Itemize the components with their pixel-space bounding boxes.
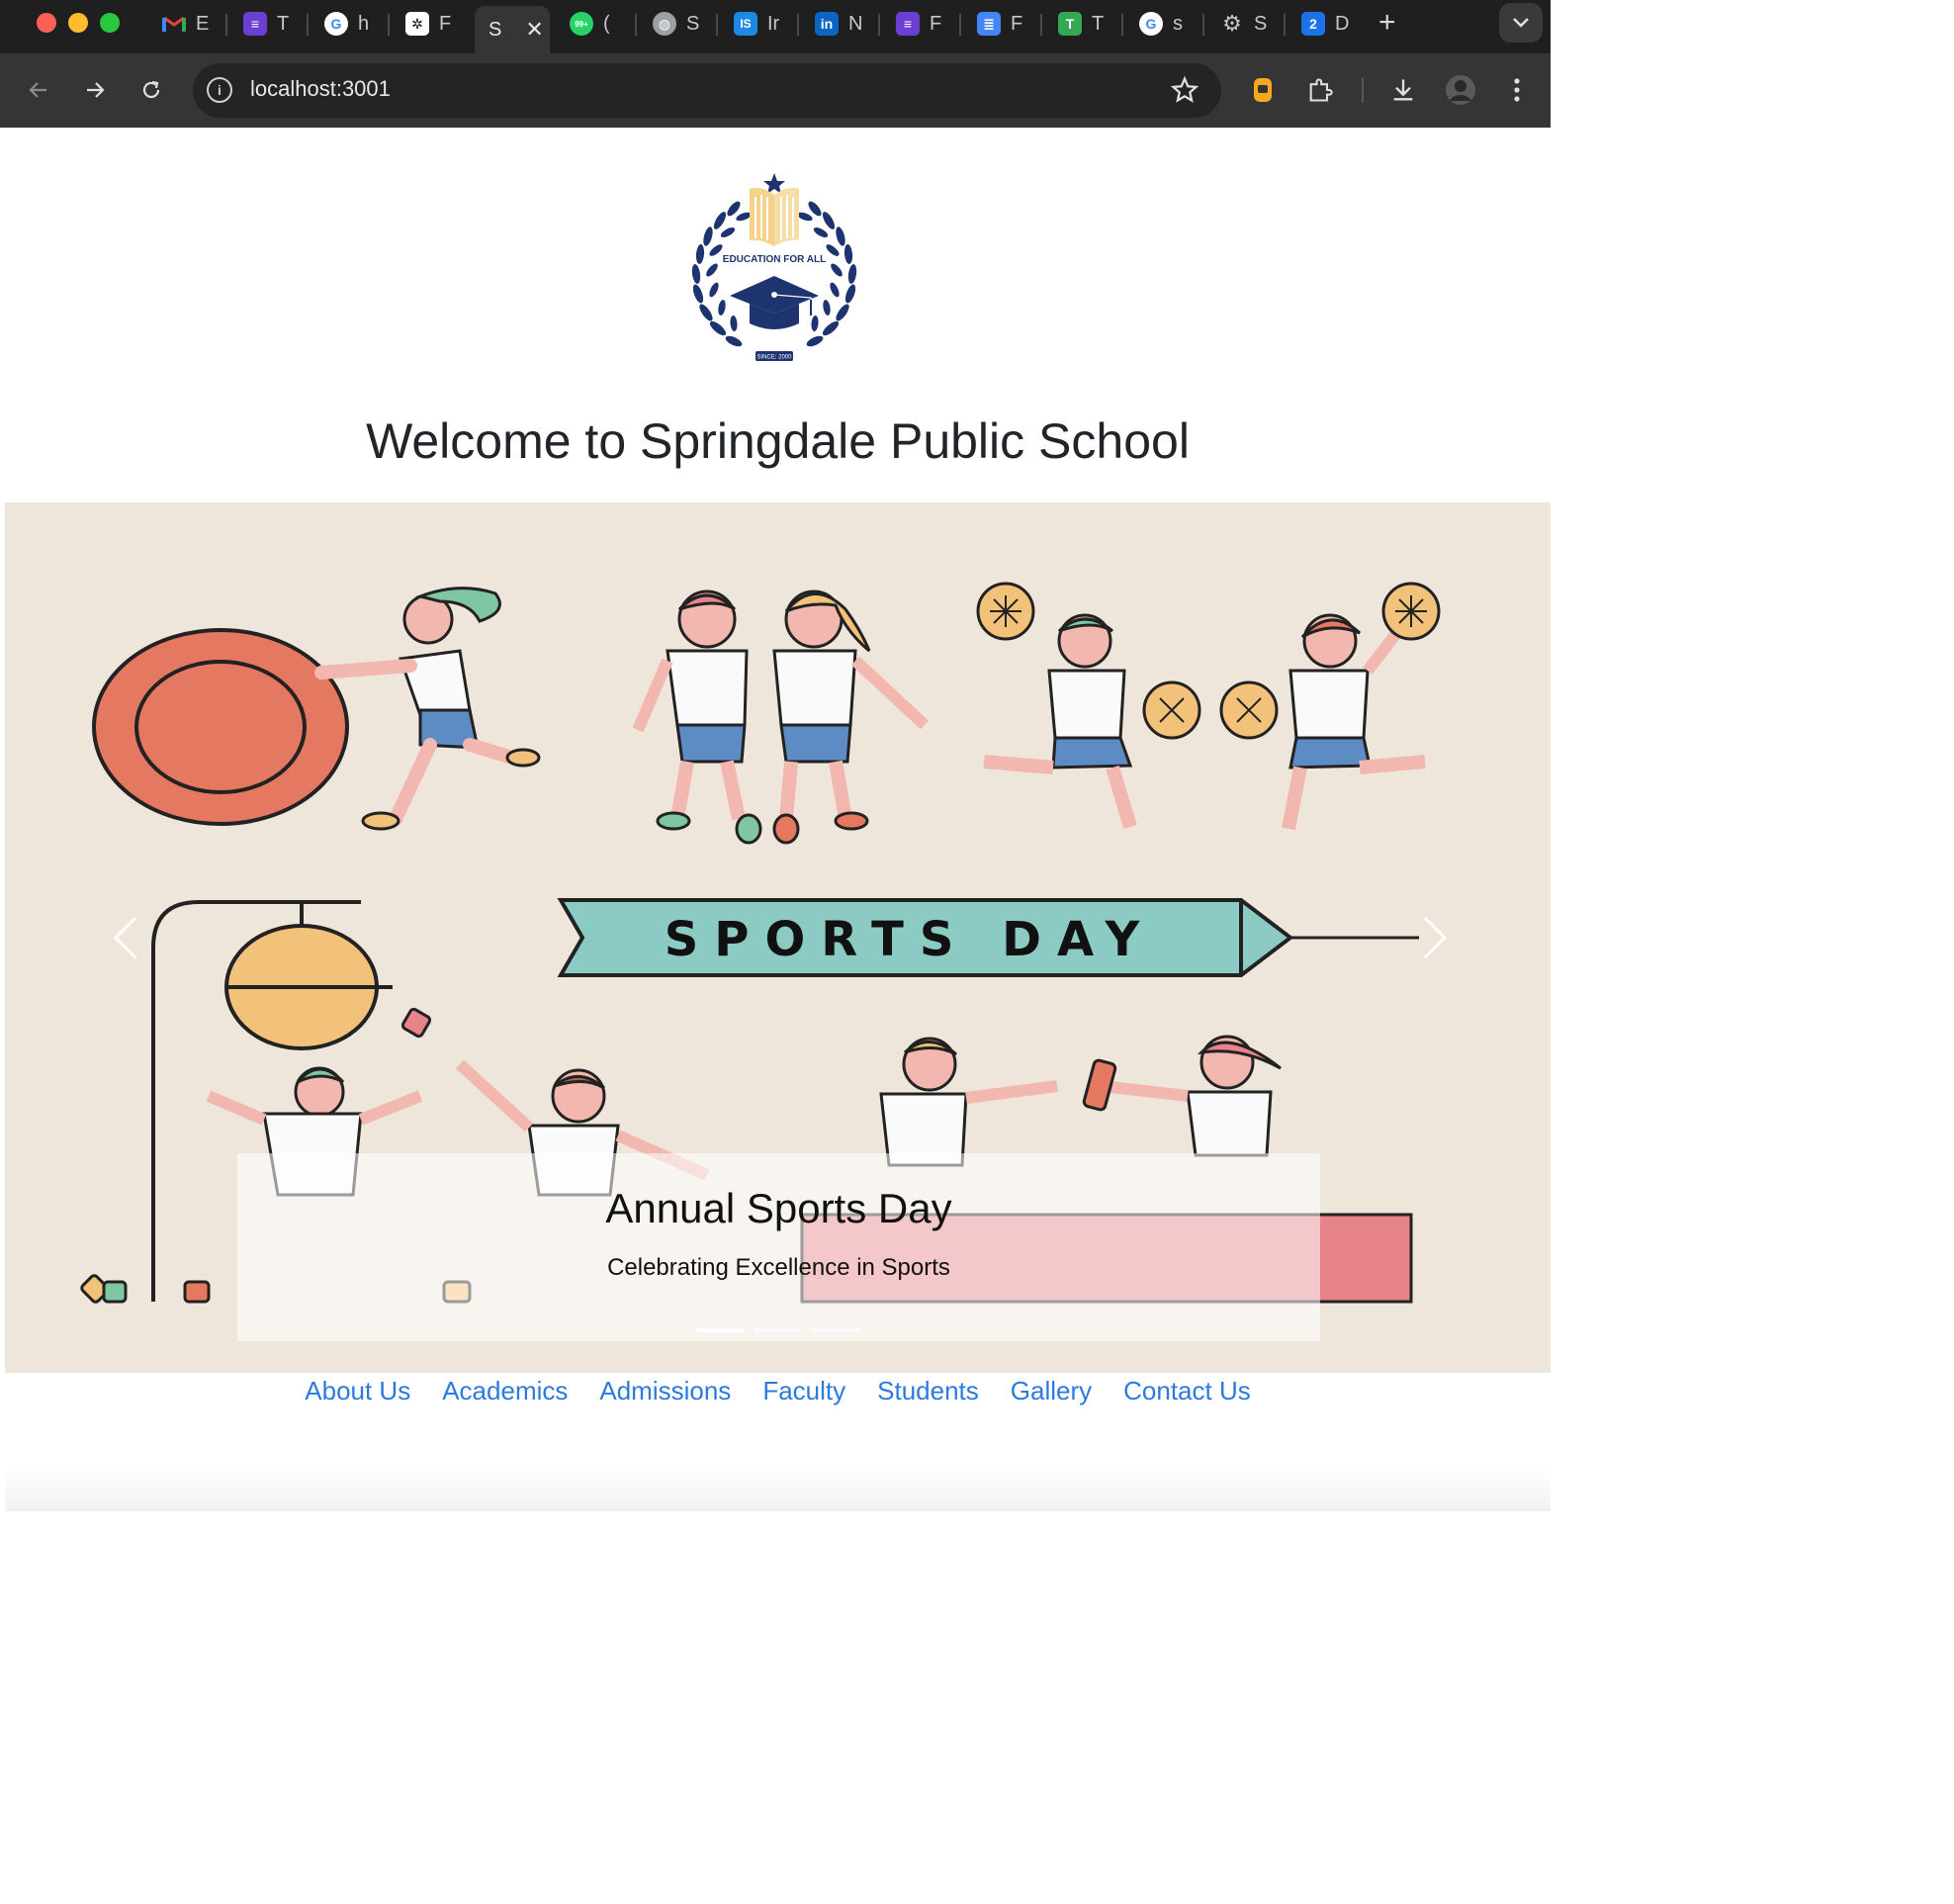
browser-tab[interactable]: ⚙ S (1208, 6, 1267, 42)
minimize-window-button[interactable] (68, 13, 88, 33)
tab-title: F (439, 12, 452, 35)
menu-kebab-icon[interactable] (1500, 73, 1534, 107)
carousel-indicators (697, 1328, 859, 1332)
openai-icon: ✲ (405, 12, 429, 36)
bookmark-star-icon[interactable] (1170, 75, 1199, 110)
browser-tab[interactable]: ◍ S (641, 6, 699, 42)
nav-link-gallery[interactable]: Gallery (1011, 1376, 1092, 1406)
forward-button[interactable] (78, 73, 112, 107)
extension-orange-icon[interactable] (1246, 73, 1280, 107)
browser-tab-active[interactable]: S ✕ (475, 6, 550, 53)
nav-link-about-us[interactable]: About Us (305, 1376, 410, 1406)
reload-icon (142, 80, 160, 99)
list-doc-icon: ≡ (243, 12, 267, 36)
google-icon: G (324, 12, 348, 36)
browser-tab[interactable]: ≡ F (884, 6, 941, 42)
site-info-icon[interactable]: i (207, 77, 232, 103)
carousel-caption: Annual Sports Day Celebrating Excellence… (237, 1153, 1320, 1341)
page-title: Welcome to Springdale Public School (366, 413, 1190, 469)
book-icon (750, 187, 799, 246)
chevron-down-icon (1513, 18, 1529, 28)
arrow-right-icon (87, 82, 105, 98)
address-bar[interactable]: i localhost:3001 (193, 63, 1221, 118)
tab-title: F (930, 12, 942, 35)
nav-link-faculty[interactable]: Faculty (762, 1376, 845, 1406)
tab-title: D (1335, 12, 1350, 35)
extensions-puzzle-icon[interactable] (1303, 73, 1337, 107)
carousel-indicator[interactable] (697, 1328, 745, 1332)
browser-tab[interactable]: ✲ F (394, 6, 451, 42)
graduation-cap-icon (730, 276, 819, 329)
list-doc-icon: ≡ (896, 12, 920, 36)
carousel-indicator[interactable] (812, 1328, 859, 1332)
tab-title: Ir (767, 12, 780, 35)
tab-search-button[interactable] (1499, 3, 1543, 43)
chevron-right-icon (1423, 916, 1448, 959)
maximize-window-button[interactable] (100, 13, 120, 33)
two-icon: 2 (1301, 12, 1325, 36)
tab-title: S (1254, 12, 1268, 35)
whatsapp-icon: 99+ (570, 12, 593, 36)
page-content: EDUCATION FOR ALL SINCE: 2000 Welcome to… (5, 128, 1551, 1511)
settings-icon: ⚙ (1222, 11, 1242, 36)
close-window-button[interactable] (37, 13, 56, 33)
nav-link-contact-us[interactable]: Contact Us (1123, 1376, 1251, 1406)
tab-title: E (196, 12, 210, 35)
t-icon: T (1058, 12, 1082, 36)
logo-tagline: EDUCATION FOR ALL (723, 254, 826, 265)
browser-tab[interactable]: IS Ir (722, 6, 779, 42)
caption-title: Annual Sports Day (605, 1185, 952, 1231)
avatar[interactable] (1444, 73, 1477, 107)
banner-text: SPORTS DAY (665, 912, 1156, 967)
google-icon: G (1139, 12, 1163, 36)
globe-icon: ◍ (653, 12, 676, 36)
linkedin-icon: in (815, 12, 839, 36)
caption-subtitle: Celebrating Excellence in Sports (607, 1254, 950, 1281)
nav-link-academics[interactable]: Academics (442, 1376, 568, 1406)
nav-link-admissions[interactable]: Admissions (599, 1376, 731, 1406)
address-url[interactable]: localhost:3001 (250, 76, 391, 102)
chevron-left-icon (113, 916, 137, 959)
nav-link-students[interactable]: Students (877, 1376, 979, 1406)
close-icon[interactable]: ✕ (525, 17, 543, 43)
page-footer-edge (5, 1468, 1551, 1511)
logo-since: SINCE: 2000 (756, 355, 792, 361)
browser-tab[interactable]: E (150, 6, 209, 42)
tab-title: S (686, 12, 700, 35)
carousel-next-button[interactable] (1405, 898, 1465, 977)
carousel-indicator[interactable] (755, 1328, 802, 1332)
browser-tab[interactable]: 2 D (1289, 6, 1349, 42)
main-nav: About Us Academics Admissions Faculty St… (5, 1376, 1551, 1406)
download-icon[interactable] (1386, 73, 1420, 107)
tab-title: S (488, 18, 502, 41)
new-tab-button[interactable]: + (1378, 8, 1396, 38)
tab-title: h (358, 12, 370, 35)
browser-toolbar: i localhost:3001 (0, 53, 1551, 128)
hero-carousel: SPORTS DAY Annual Sports Day Celebrating… (5, 502, 1551, 1373)
browser-tab[interactable]: T T (1046, 6, 1104, 42)
browser-tab[interactable]: G s (1127, 6, 1183, 42)
tab-title: T (277, 12, 290, 35)
tab-title: ( (603, 12, 610, 35)
browser-tab[interactable]: in N (803, 6, 862, 42)
tab-title: F (1011, 12, 1023, 35)
browser-tab[interactable]: ≡ T (231, 6, 289, 42)
gmail-icon (162, 12, 186, 36)
is-icon: IS (734, 12, 757, 36)
browser-tab[interactable]: G h (312, 6, 369, 42)
browser-tabstrip: E ≡ T G h ✲ F S ✕ 99+ ( ◍ S IS Ir in N ≡… (0, 0, 1551, 53)
docs-icon: ≣ (977, 12, 1001, 36)
back-button[interactable] (22, 73, 55, 107)
browser-tab[interactable]: 99+ ( (558, 6, 610, 42)
tab-title: s (1173, 12, 1183, 35)
reload-button[interactable] (134, 73, 168, 107)
school-logo: EDUCATION FOR ALL SINCE: 2000 (691, 173, 857, 361)
tab-title: T (1092, 12, 1105, 35)
carousel-prev-button[interactable] (96, 898, 155, 977)
browser-tab[interactable]: ≣ F (965, 6, 1022, 42)
arrow-left-icon (29, 82, 46, 98)
tab-title: N (848, 12, 863, 35)
